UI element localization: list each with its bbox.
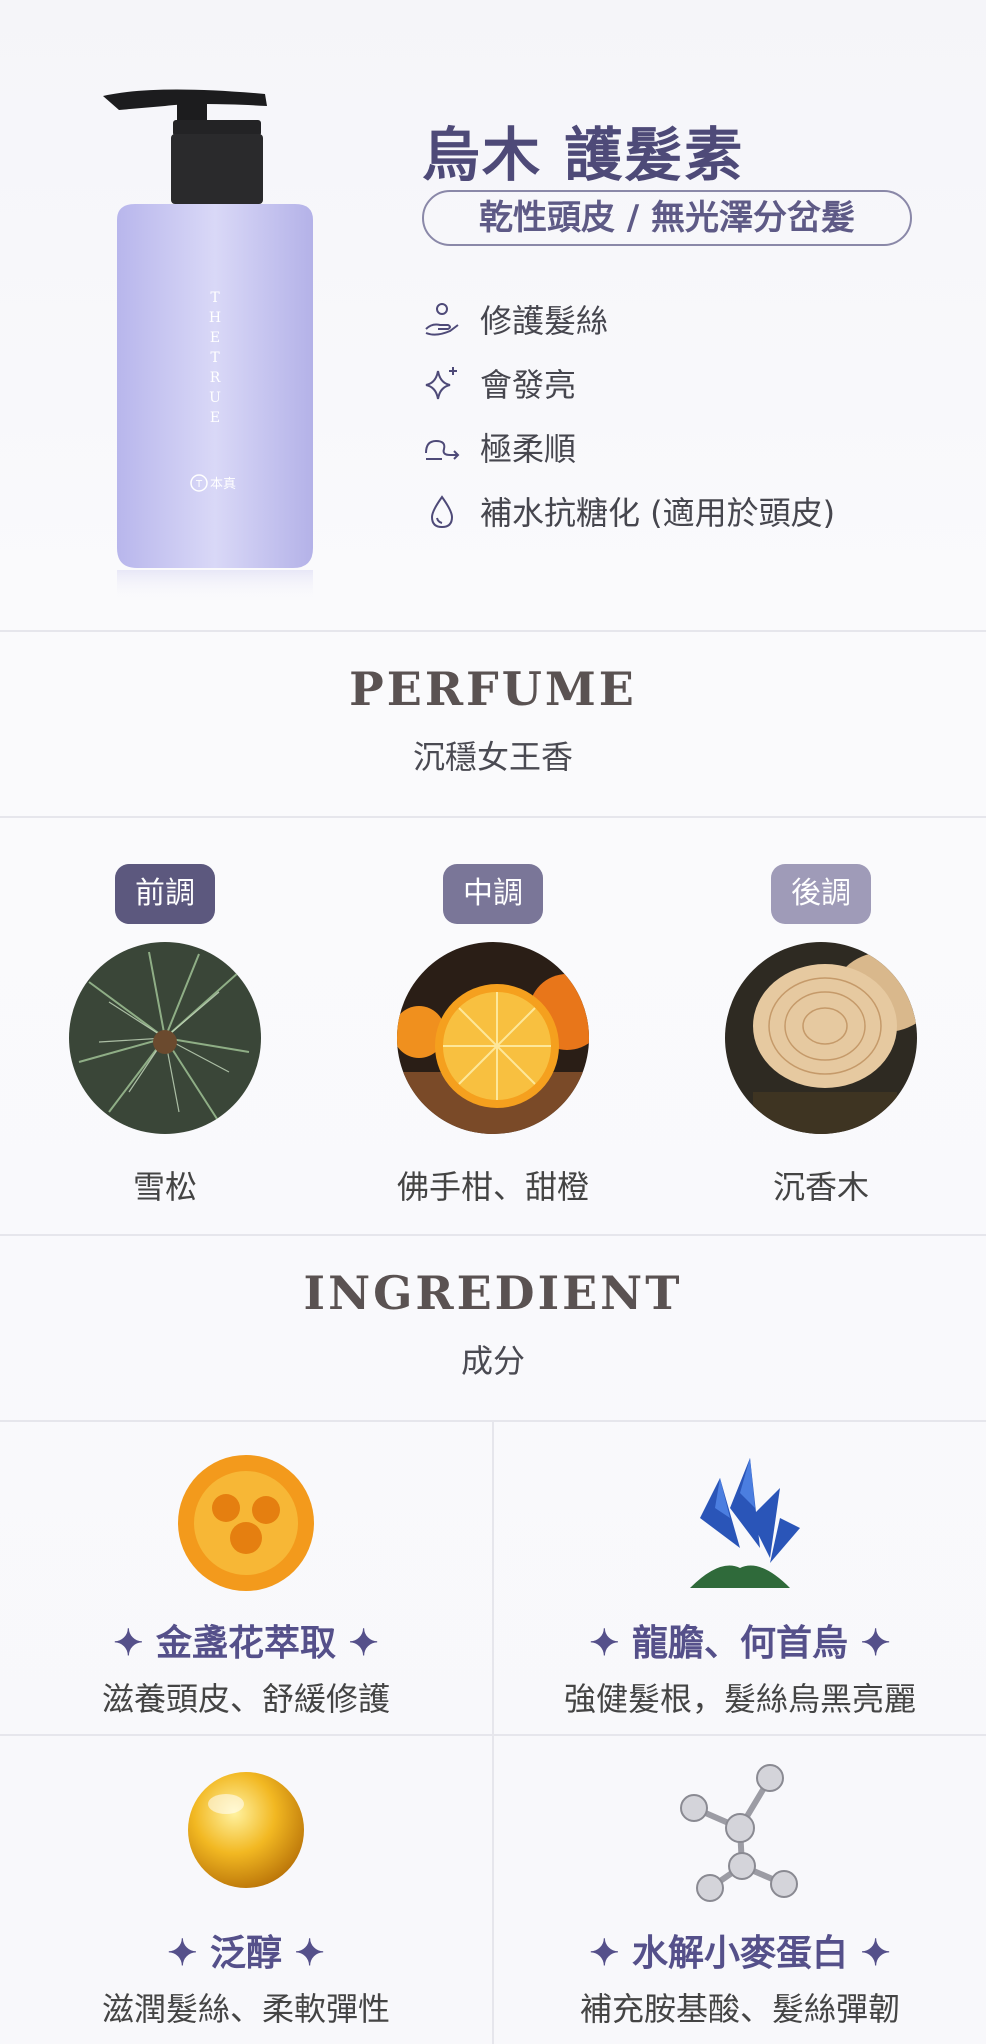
hair-type-pill: 乾性頭皮 / 無光澤分岔髮: [422, 190, 912, 246]
page: T H E T R U E T 本真 烏木 護髮素 乾性頭皮 / 無光澤分岔髮 …: [0, 0, 986, 2044]
perfume-subtitle: 沉穩女王香: [412, 738, 573, 776]
molecule-image: [680, 1764, 798, 1902]
drop-icon: [430, 495, 454, 529]
divider: [0, 1234, 986, 1236]
note-label: 沉香木: [772, 1168, 869, 1206]
product-bottle-image: T H E T R U E T 本真: [103, 89, 313, 600]
ingredient-name: ✦ 水解小麥蛋白 ✦: [589, 1932, 891, 1974]
svg-text:U: U: [209, 390, 221, 406]
feature-label: 修護髮絲: [480, 302, 609, 340]
product-hero: T H E T R U E T 本真 烏木 護髮素 乾性頭皮 / 無光澤分岔髮 …: [0, 0, 986, 630]
divider: [0, 1734, 986, 1736]
bottle-brand-cn: 本真: [210, 477, 236, 492]
marigold-image: [178, 1455, 314, 1591]
ingredient-item: ✦ 龍膽、何首烏 ✦ 強健髮根，髮絲烏黑亮麗: [494, 1448, 986, 1720]
ingredient-name: ✦ 金盞花萃取 ✦: [113, 1622, 379, 1664]
note-middle: 中調 佛手柑、甜橙: [328, 864, 658, 1208]
note-badge: 前調: [115, 864, 215, 924]
svg-text:T: T: [195, 479, 203, 490]
feature-label: 補水抗糖化 (適用於頭皮): [480, 494, 836, 532]
ingredient-item: ✦ 金盞花萃取 ✦ 滋養頭皮、舒緩修護: [0, 1448, 492, 1720]
ingredient-name: ✦ 泛醇 ✦: [167, 1932, 325, 1974]
note-label: 雪松: [132, 1168, 197, 1206]
ingredient-desc: 強健髮根，髮絲烏黑亮麗: [563, 1680, 916, 1718]
ingredient-title: INGREDIENT: [303, 1266, 683, 1320]
ingredient-subtitle: 成分: [460, 1342, 525, 1380]
ingredient-desc: 滋養頭皮、舒緩修護: [101, 1680, 390, 1718]
feature-item: 補水抗糖化 (適用於頭皮): [422, 484, 942, 538]
feature-label: 會發亮: [480, 366, 577, 404]
ingredient-desc: 滋潤髮絲、柔軟彈性: [101, 1990, 390, 2028]
wave-arrow-icon: [425, 439, 460, 460]
svg-text:E: E: [210, 330, 220, 346]
note-label: 佛手柑、甜橙: [396, 1168, 589, 1206]
feature-label: 極柔順: [480, 430, 577, 468]
svg-text:E: E: [210, 410, 220, 426]
note-badge: 後調: [771, 864, 871, 924]
svg-text:H: H: [209, 310, 221, 326]
wood-image: [725, 942, 917, 1134]
feature-item: 極柔順: [422, 420, 942, 474]
feature-item: 會發亮: [422, 356, 942, 410]
gentian-image: [690, 1458, 800, 1588]
ingredient-desc: 補充胺基酸、髮絲彈韌: [579, 1990, 900, 2028]
bottle-brand-letter: T: [210, 290, 220, 306]
svg-text:R: R: [210, 370, 221, 386]
note-badge: 中調: [443, 864, 543, 924]
feature-item: 修護髮絲: [422, 292, 942, 346]
divider: [0, 630, 986, 632]
pine-image: [69, 942, 261, 1134]
hand-icon: [425, 303, 459, 336]
panthenol-image: [188, 1772, 304, 1888]
orange-image: [397, 942, 589, 1134]
ingredient-item: ✦ 水解小麥蛋白 ✦ 補充胺基酸、髮絲彈韌: [494, 1758, 986, 2030]
product-title: 烏木 護髮素: [422, 121, 745, 189]
sparkle-icon: [425, 367, 457, 400]
note-top: 前調 雪松: [0, 864, 330, 1208]
divider: [0, 816, 986, 818]
ingredient-item: ✦ 泛醇 ✦ 滋潤髮絲、柔軟彈性: [0, 1758, 492, 2030]
perfume-title: PERFUME: [349, 662, 637, 716]
note-base: 後調 沉香木: [656, 864, 986, 1208]
svg-text:T: T: [210, 350, 220, 366]
ingredient-name: ✦ 龍膽、何首烏 ✦: [589, 1622, 891, 1664]
